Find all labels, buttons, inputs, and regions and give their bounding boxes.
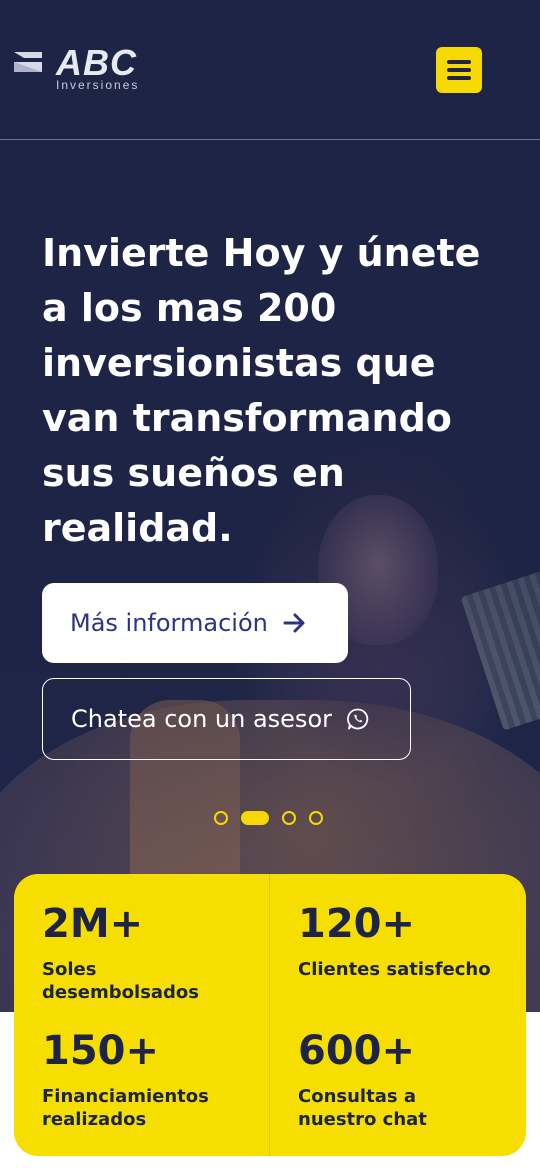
- logo-mark-icon: [14, 52, 42, 72]
- hamburger-menu-icon: [447, 60, 471, 64]
- stat-label: Soles desembolsados: [42, 959, 200, 1003]
- carousel-dot-active[interactable]: [241, 811, 269, 825]
- stat-value: 120+: [298, 901, 416, 947]
- headline-highlight: 200: [256, 286, 337, 330]
- stat-clients: 120+ Clientes satisfecho: [298, 902, 498, 981]
- stat-label: Consultas a nuestro chat: [298, 1086, 427, 1130]
- stat-chat-queries: 600+ Consultas a nuestro chat: [298, 1029, 498, 1131]
- stat-financings: 150+ Financiamientos realizados: [42, 1029, 242, 1131]
- carousel-dot[interactable]: [214, 811, 228, 825]
- chat-advisor-button[interactable]: Chatea con un asesor: [42, 678, 411, 760]
- brand-tagline: Inversiones: [56, 78, 140, 92]
- stat-disbursed: 2M+ Soles desembolsados: [42, 902, 242, 1004]
- arrow-right-icon: [283, 613, 305, 633]
- whatsapp-icon: [347, 708, 369, 730]
- more-info-label: Más información: [70, 609, 268, 637]
- carousel-indicators: [214, 811, 323, 825]
- site-header: ABC Inversiones: [0, 0, 540, 140]
- brand-logo[interactable]: ABC Inversiones: [14, 42, 164, 94]
- hero-headline: Invierte Hoy y únete a los mas 200 inver…: [42, 231, 481, 550]
- carousel-dot[interactable]: [309, 811, 323, 825]
- hero-section: ABC Inversiones Invierte Hoy y únete a l…: [0, 0, 540, 1012]
- stat-value: 600+: [298, 1028, 416, 1074]
- stat-value: 150+: [42, 1028, 160, 1074]
- stat-label: Financiamientos realizados: [42, 1086, 209, 1130]
- carousel-dot[interactable]: [282, 811, 296, 825]
- stats-panel: 2M+ Soles desembolsados 120+ Clientes sa…: [14, 874, 526, 1156]
- stat-label: Clientes satisfecho: [298, 959, 491, 980]
- stats-divider: [269, 874, 270, 1156]
- more-info-button[interactable]: Más información: [42, 583, 348, 663]
- chat-advisor-label: Chatea con un asesor: [71, 705, 332, 733]
- stat-value: 2M+: [42, 901, 144, 947]
- menu-button[interactable]: [436, 47, 482, 93]
